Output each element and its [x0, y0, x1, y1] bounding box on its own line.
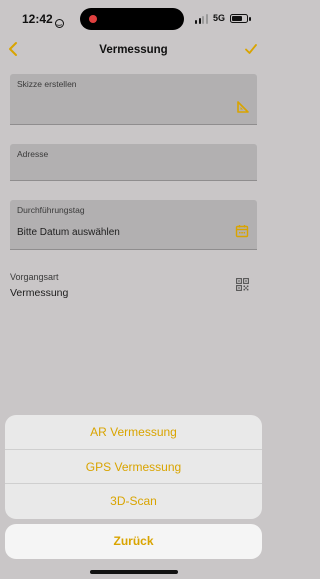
cellular-signal-icon [195, 14, 209, 24]
3d-scan-option[interactable]: 3D-Scan [5, 484, 262, 519]
process-type-value[interactable]: Vermessung [10, 287, 68, 299]
network-type: 5G [213, 13, 226, 23]
gps-measurement-option[interactable]: GPS Vermessung [5, 450, 262, 485]
address-field[interactable]: Adresse [10, 144, 257, 181]
battery-level [232, 16, 243, 21]
status-time-text: 12:42 [22, 12, 53, 26]
back-button[interactable]: Zurück [5, 524, 262, 559]
status-bar: 12:42 ‿ 5G [0, 0, 267, 38]
recording-indicator-icon [89, 15, 97, 23]
page-title: Vermessung [99, 44, 168, 56]
battery-icon [230, 14, 248, 23]
battery-tip [249, 17, 251, 21]
action-sheet: AR Vermessung GPS Vermessung 3D-Scan [5, 415, 262, 519]
qr-code-icon[interactable] [236, 278, 249, 291]
date-field[interactable]: Durchführungstag Bitte Datum auswählen [10, 200, 257, 250]
address-label: Adresse [17, 149, 49, 159]
set-square-icon[interactable] [236, 100, 250, 114]
navigation-bar: Vermessung [0, 38, 267, 64]
process-type-label: Vorgangsart [10, 272, 59, 282]
sketch-label: Skizze erstellen [17, 79, 77, 89]
smiley-icon: ‿ [54, 19, 64, 28]
home-indicator[interactable] [90, 570, 178, 574]
dynamic-island [80, 8, 184, 30]
sketch-field[interactable]: Skizze erstellen [10, 74, 257, 125]
checkmark-icon[interactable] [244, 42, 258, 56]
calendar-icon[interactable] [235, 224, 249, 238]
ar-measurement-option[interactable]: AR Vermessung [5, 415, 262, 450]
date-label: Durchführungstag [17, 205, 85, 215]
status-time: 12:42 ‿ [22, 12, 64, 28]
date-placeholder: Bitte Datum auswählen [17, 227, 120, 238]
